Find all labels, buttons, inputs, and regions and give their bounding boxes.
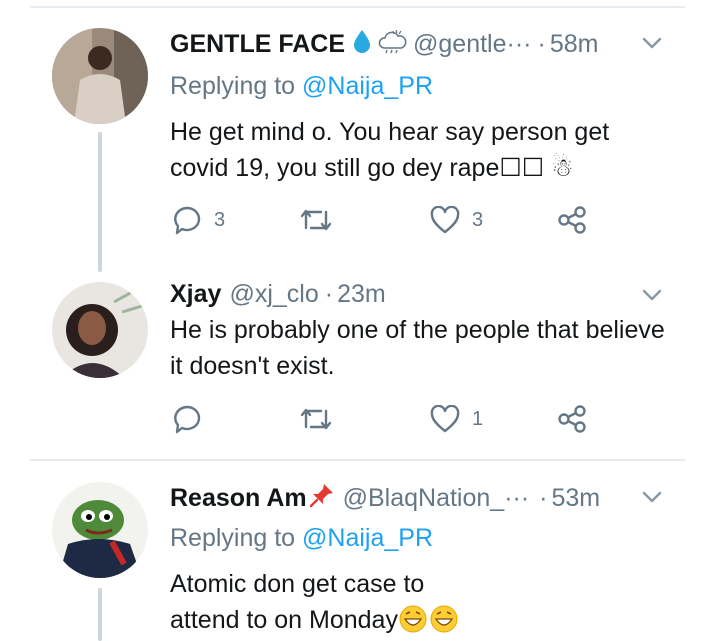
chevron-down-icon[interactable] <box>641 288 663 307</box>
replying-to: Replying to @Naija_PR <box>170 524 433 553</box>
cloud-emoji-icon <box>377 28 407 61</box>
conversation-divider <box>30 459 685 461</box>
avatar[interactable] <box>52 482 148 578</box>
handle[interactable]: @BlaqNation_··· <box>343 484 530 513</box>
retweet-icon <box>299 406 333 432</box>
thread-line <box>98 588 102 641</box>
handle[interactable]: @xj_clo <box>229 280 318 309</box>
tweet-text: Atomic don get case to attend to on Mond… <box>170 566 470 641</box>
timestamp[interactable]: 53m <box>552 484 601 513</box>
reply-icon <box>172 404 202 434</box>
replying-to-label: Replying to <box>170 524 296 552</box>
separator-dot: · <box>324 280 334 308</box>
tweet-text: He get mind o. You hear say person get c… <box>170 118 610 182</box>
like-button[interactable]: 3 <box>430 206 483 234</box>
avatar[interactable] <box>52 28 148 124</box>
heart-icon <box>430 206 460 234</box>
display-name[interactable]: GENTLE FACE <box>170 30 345 59</box>
grinning-emoji-icon <box>398 604 460 641</box>
retweet-icon <box>299 207 333 233</box>
reply-count: 3 <box>214 208 226 231</box>
timestamp[interactable]: 23m <box>337 280 386 309</box>
separator-dot: · <box>539 484 548 512</box>
heart-icon <box>430 405 460 433</box>
reply-button[interactable]: 3 <box>172 205 225 235</box>
replying-to: Replying to @Naija_PR <box>170 72 433 101</box>
replying-to-mention[interactable]: @Naija_PR <box>302 524 433 552</box>
handle[interactable]: @gentle··· <box>413 30 531 59</box>
tweet-header: Xjay @xj_clo · 23m <box>170 280 386 309</box>
like-count: 3 <box>472 208 484 231</box>
tweet-text: He is probably one of the people that be… <box>170 316 665 380</box>
retweet-button[interactable] <box>299 406 333 432</box>
like-count: 1 <box>472 407 484 430</box>
chevron-down-icon[interactable] <box>641 490 663 509</box>
reply-icon <box>172 205 202 235</box>
share-icon <box>557 404 587 434</box>
top-divider <box>30 6 685 8</box>
share-button[interactable] <box>557 205 587 235</box>
chevron-down-icon[interactable] <box>641 36 663 55</box>
separator-dot: · <box>537 30 546 58</box>
replying-to-label: Replying to <box>170 72 296 100</box>
retweet-button[interactable] <box>299 207 333 233</box>
share-icon <box>557 205 587 235</box>
display-name[interactable]: Xjay <box>170 280 221 309</box>
avatar[interactable] <box>52 282 148 378</box>
display-name[interactable]: Reason Am <box>170 484 307 513</box>
like-button[interactable]: 1 <box>430 405 483 433</box>
tweet-text-content: Atomic don get case to attend to on Mond… <box>170 570 425 634</box>
thread-line <box>98 132 102 272</box>
tweet-header: Reason Am @BlaqNation_··· · 53m <box>170 482 600 515</box>
water-drop-icon <box>353 29 371 60</box>
reply-button[interactable] <box>172 404 214 434</box>
timestamp[interactable]: 58m <box>550 30 599 59</box>
tweet-header: GENTLE FACE @gentle··· · 58m <box>170 28 598 61</box>
pushpin-icon <box>309 482 335 515</box>
replying-to-mention[interactable]: @Naija_PR <box>302 72 433 100</box>
share-button[interactable] <box>557 404 587 434</box>
